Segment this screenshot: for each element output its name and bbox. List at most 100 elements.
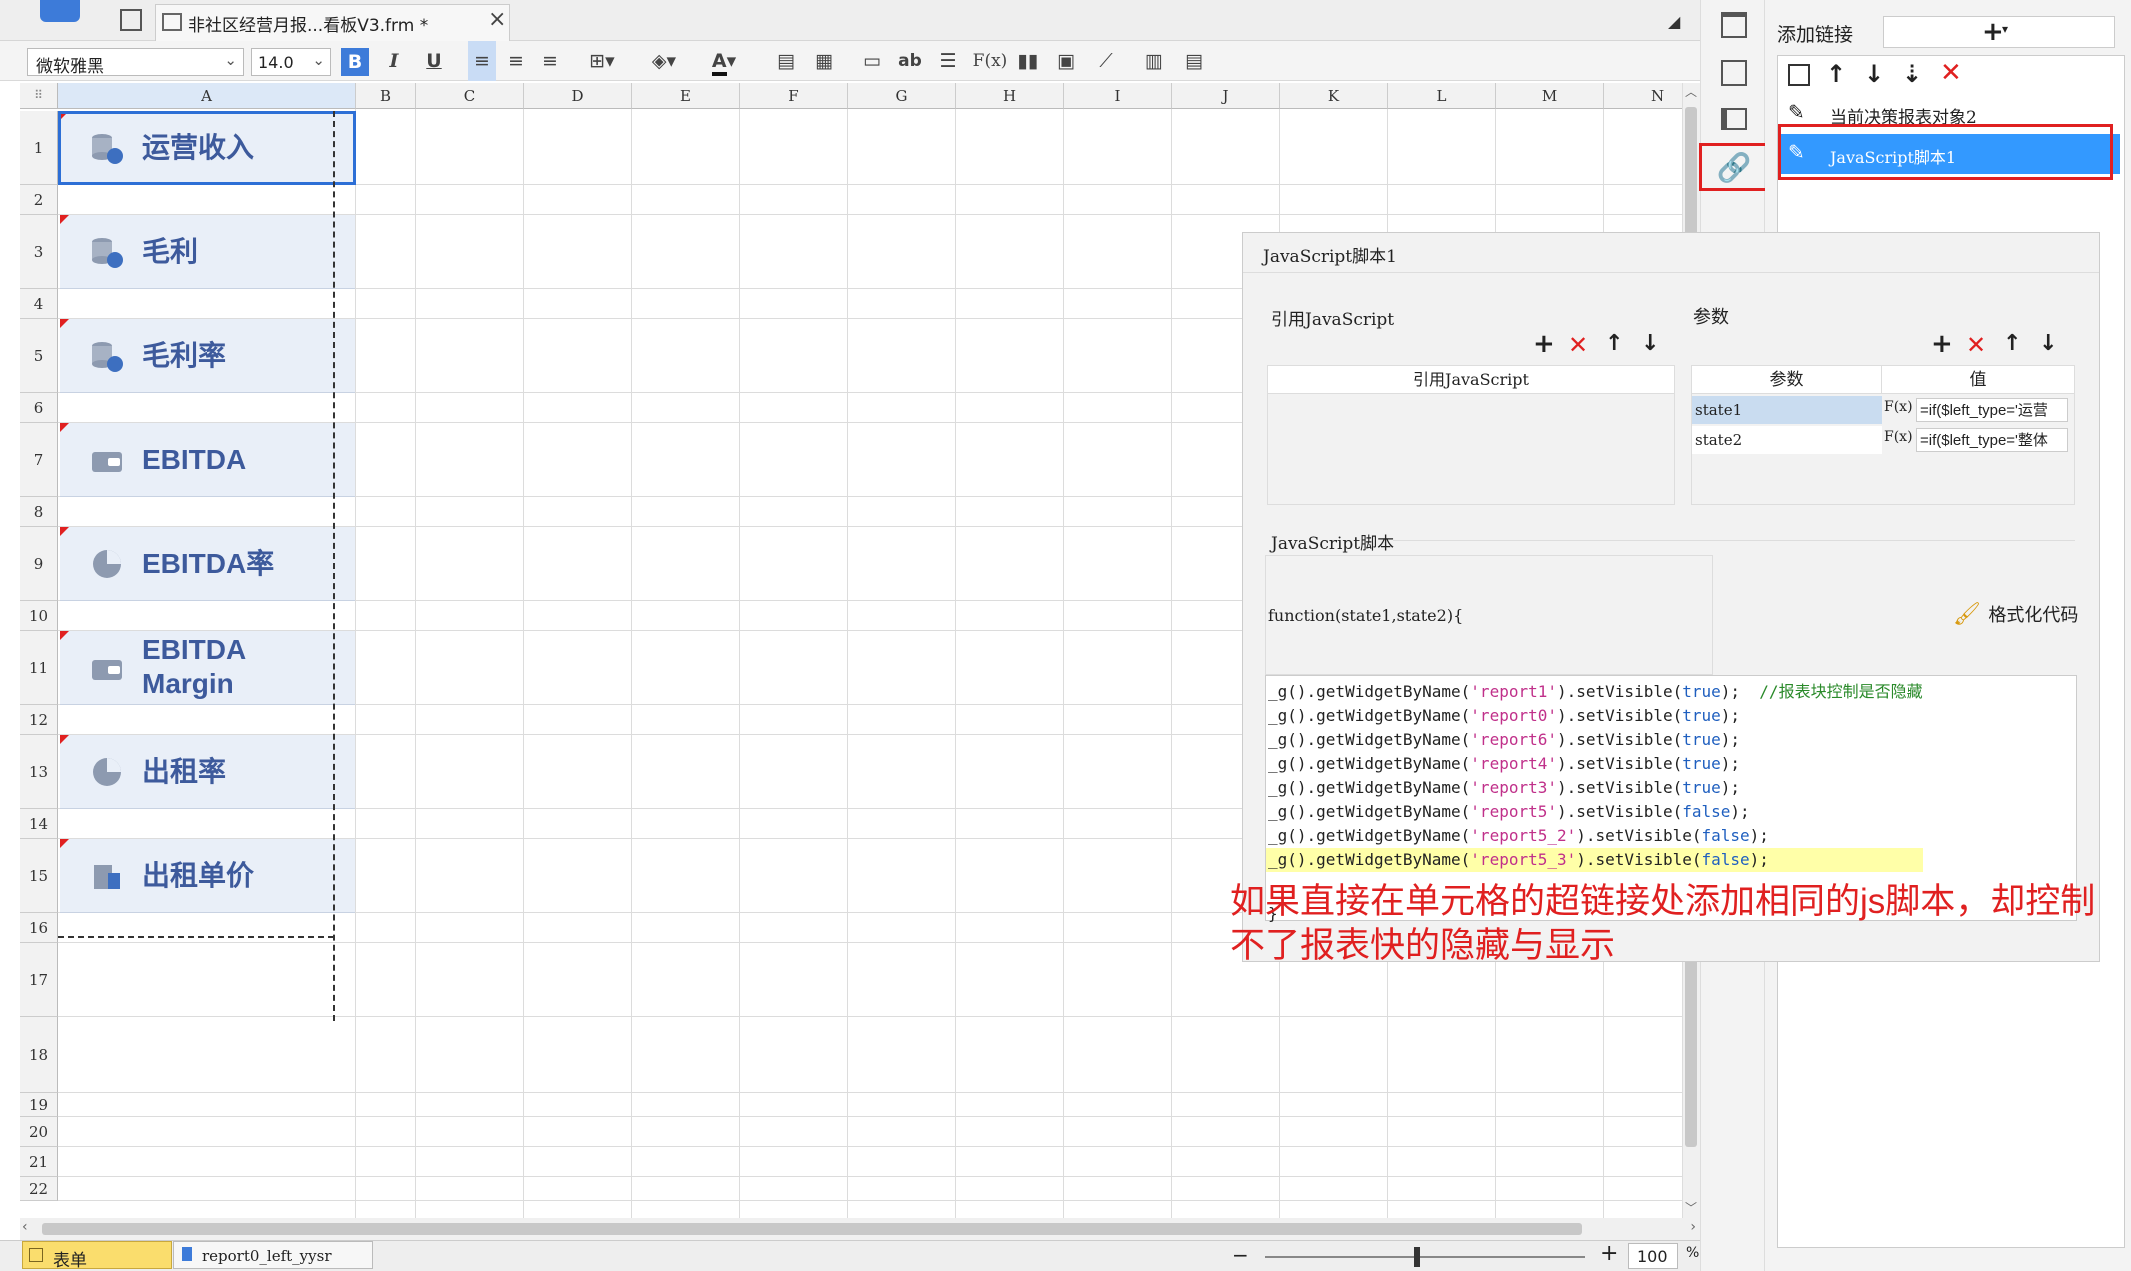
- move-up-icon[interactable]: ↑: [2003, 331, 2021, 356]
- move-bottom-icon[interactable]: ⇣: [1902, 60, 1922, 88]
- row-header[interactable]: 10: [20, 601, 58, 631]
- font-size-select[interactable]: 14.0 ⌄: [251, 48, 331, 76]
- metric-card[interactable]: 毛利率: [60, 319, 355, 393]
- metric-card[interactable]: EBITDA Margin: [60, 631, 355, 705]
- move-down-icon[interactable]: ↓: [1864, 60, 1884, 88]
- horizontal-scrollbar[interactable]: ‹ ›: [20, 1218, 1700, 1240]
- scroll-right-icon[interactable]: ›: [1690, 1219, 1696, 1235]
- zoom-input[interactable]: 100: [1628, 1243, 1678, 1269]
- tab-menu-icon[interactable]: ◢: [1668, 12, 1680, 31]
- align-left-icon[interactable]: ≡: [468, 41, 496, 81]
- row-header[interactable]: 9: [20, 527, 58, 601]
- search-icon[interactable]: [40, 0, 80, 22]
- column-header[interactable]: A: [58, 83, 356, 109]
- param-row[interactable]: state1 F(x) =if($left_type='运营: [1692, 396, 2074, 424]
- move-up-icon[interactable]: ↑: [1605, 331, 1623, 356]
- row-header[interactable]: 17: [20, 943, 58, 1017]
- border-icon[interactable]: ⊞▾: [582, 41, 622, 81]
- column-header[interactable]: M: [1496, 83, 1604, 109]
- param-fx-button[interactable]: F(x): [1884, 396, 1914, 424]
- row-header[interactable]: 1: [20, 111, 58, 185]
- column-header[interactable]: I: [1064, 83, 1172, 109]
- select-all-corner[interactable]: ⠿: [20, 83, 58, 109]
- merge-cells-icon[interactable]: ▤: [772, 41, 800, 81]
- font-color-button[interactable]: A▾: [700, 41, 748, 81]
- ref-js-table[interactable]: 引用JavaScript: [1267, 365, 1675, 505]
- column-header[interactable]: D: [524, 83, 632, 109]
- row-header[interactable]: 16: [20, 913, 58, 943]
- row-header[interactable]: 18: [20, 1017, 58, 1093]
- metric-card[interactable]: EBITDA: [60, 423, 355, 497]
- sheet-tab-form[interactable]: 表单: [22, 1241, 172, 1271]
- scroll-left-icon[interactable]: ‹: [22, 1219, 28, 1235]
- cell-element-icon[interactable]: ▥: [1140, 41, 1168, 81]
- row-header[interactable]: 19: [20, 1093, 58, 1117]
- metric-card[interactable]: 出租率: [60, 735, 355, 809]
- add-icon[interactable]: +: [1533, 329, 1555, 359]
- delete-icon[interactable]: ✕: [1940, 58, 1962, 88]
- sheet-tab-report[interactable]: report0_left_yysr: [173, 1241, 373, 1269]
- delete-icon[interactable]: ✕: [1568, 331, 1588, 359]
- underline-button[interactable]: U: [420, 41, 448, 81]
- add-link-dropdown[interactable]: + ▾: [1883, 16, 2115, 48]
- move-down-icon[interactable]: ↓: [1641, 331, 1659, 356]
- subreport-icon[interactable]: ▤: [1180, 41, 1208, 81]
- param-value[interactable]: =if($left_type='运营: [1916, 398, 2068, 422]
- scroll-thumb-h[interactable]: [42, 1223, 1582, 1235]
- copy-icon[interactable]: [1788, 64, 1810, 86]
- add-icon[interactable]: +: [1931, 329, 1953, 359]
- column-header[interactable]: G: [848, 83, 956, 109]
- scroll-up-icon[interactable]: ︿: [1685, 83, 1697, 100]
- paragraph-icon[interactable]: ☰: [934, 41, 962, 81]
- row-header[interactable]: 22: [20, 1177, 58, 1201]
- row-header[interactable]: 13: [20, 735, 58, 809]
- metric-card[interactable]: 毛利: [60, 215, 355, 289]
- zoom-slider-track[interactable]: [1265, 1256, 1585, 1258]
- row-header[interactable]: 8: [20, 497, 58, 527]
- row-header[interactable]: 5: [20, 319, 58, 393]
- file-tab[interactable]: 非社区经营月报...看板V3.frm * ×: [155, 4, 510, 41]
- row-header[interactable]: 21: [20, 1147, 58, 1177]
- row-header[interactable]: 14: [20, 809, 58, 839]
- row-header[interactable]: 3: [20, 215, 58, 289]
- column-header[interactable]: H: [956, 83, 1064, 109]
- align-right-icon[interactable]: ≡: [536, 41, 564, 81]
- formula-button[interactable]: F(x): [970, 41, 1010, 81]
- grid-icon[interactable]: [120, 9, 142, 31]
- move-down-icon[interactable]: ↓: [2039, 331, 2057, 356]
- bold-button[interactable]: B: [341, 48, 369, 76]
- fill-color-icon[interactable]: ◈▾: [642, 41, 686, 81]
- slash-icon[interactable]: ⟋: [1092, 41, 1120, 81]
- widget-settings-icon[interactable]: [1721, 12, 1747, 38]
- column-header[interactable]: B: [356, 83, 416, 109]
- italic-button[interactable]: I: [380, 41, 408, 81]
- delete-icon[interactable]: ✕: [1966, 331, 1986, 359]
- scroll-down-icon[interactable]: ﹀: [1685, 1199, 1697, 1216]
- column-header[interactable]: K: [1280, 83, 1388, 109]
- column-header[interactable]: C: [416, 83, 524, 109]
- row-header[interactable]: 12: [20, 705, 58, 735]
- metric-card[interactable]: EBITDA率: [60, 527, 355, 601]
- text-tool-button[interactable]: ab: [893, 41, 927, 81]
- image-icon[interactable]: ▣: [1052, 41, 1080, 81]
- zoom-in-button[interactable]: +: [1600, 1241, 1618, 1266]
- move-up-icon[interactable]: ↑: [1826, 60, 1846, 88]
- column-header[interactable]: F: [740, 83, 848, 109]
- param-row[interactable]: state2 F(x) =if($left_type='整体: [1692, 426, 2074, 454]
- close-icon[interactable]: ×: [488, 7, 506, 32]
- metric-card[interactable]: 出租单价: [60, 839, 355, 913]
- column-header[interactable]: J: [1172, 83, 1280, 109]
- zoom-slider-thumb[interactable]: [1414, 1247, 1420, 1267]
- align-center-icon[interactable]: ≡: [502, 41, 530, 81]
- row-header[interactable]: 15: [20, 839, 58, 913]
- row-header[interactable]: 4: [20, 289, 58, 319]
- font-name-select[interactable]: 微软雅黑 ⌄: [27, 48, 244, 77]
- param-fx-button[interactable]: F(x): [1884, 426, 1914, 454]
- format-code-button[interactable]: 🖌 格式化代码: [1953, 601, 2078, 629]
- bar-chart-icon[interactable]: ▮▮: [1014, 41, 1042, 81]
- cell-attribute-icon[interactable]: [1721, 60, 1747, 86]
- row-header[interactable]: 20: [20, 1117, 58, 1147]
- column-header[interactable]: N: [1604, 83, 1682, 109]
- row-header[interactable]: 2: [20, 185, 58, 215]
- row-header[interactable]: 11: [20, 631, 58, 705]
